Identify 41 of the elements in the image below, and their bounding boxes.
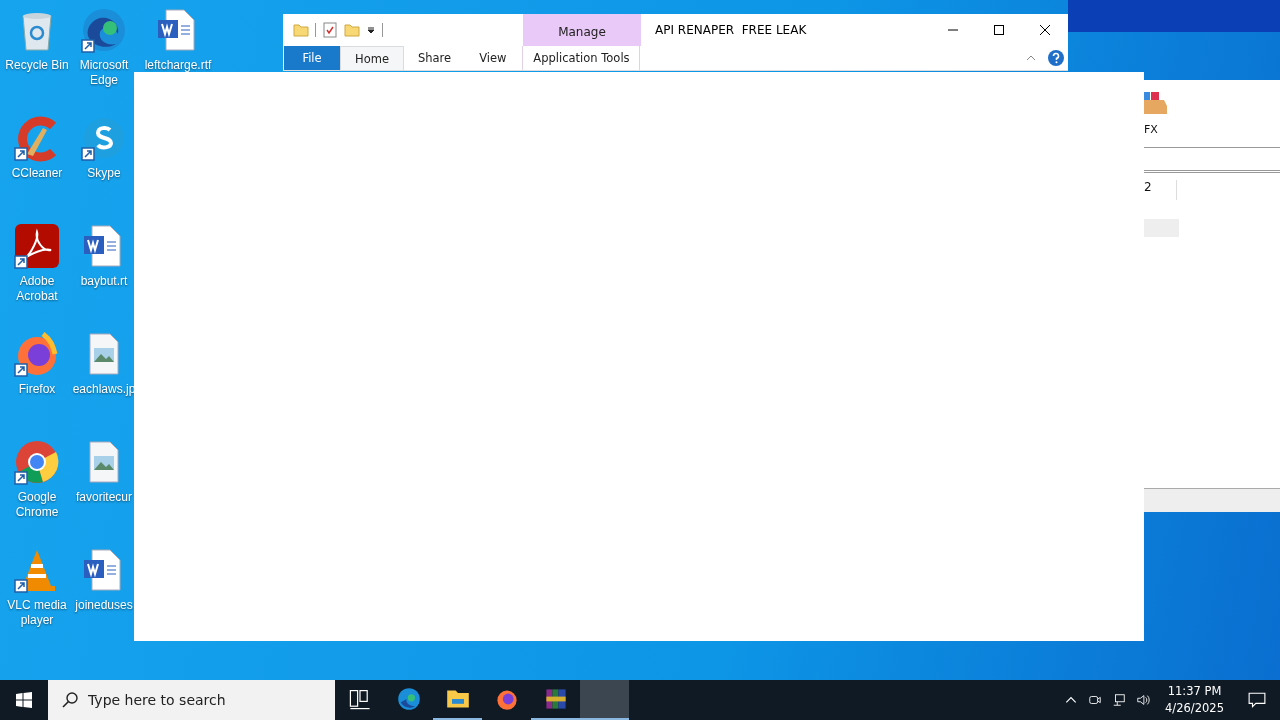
file-label[interactable]: FX bbox=[1144, 123, 1158, 136]
network-icon[interactable] bbox=[1112, 693, 1127, 707]
desktop-icon-label[interactable]: VLC media player bbox=[1, 598, 73, 628]
app-icon[interactable] bbox=[13, 222, 61, 270]
ribbon-tab[interactable]: Home bbox=[340, 46, 404, 70]
meet-now-icon[interactable] bbox=[1088, 693, 1103, 707]
desktop-icon-label[interactable]: Recycle Bin bbox=[5, 58, 69, 73]
ribbon-tab[interactable]: Share bbox=[403, 46, 466, 70]
desktop-icon-label[interactable]: Firefox bbox=[18, 382, 56, 397]
clock-date[interactable]: 4/26/2025 bbox=[1165, 700, 1224, 717]
notifications-icon[interactable] bbox=[1248, 691, 1266, 709]
ribbon-tab[interactable]: File bbox=[284, 46, 340, 70]
app-icon[interactable] bbox=[80, 6, 128, 54]
browser-icon bbox=[396, 687, 421, 711]
dropdown-icon[interactable] bbox=[366, 25, 376, 35]
collapse-ribbon-icon[interactable] bbox=[1026, 53, 1036, 63]
task-view-icon bbox=[347, 687, 372, 711]
context-tab-header: Manage bbox=[523, 14, 641, 46]
desktop-icon-label[interactable]: favoritecur bbox=[76, 490, 132, 505]
close-icon bbox=[1039, 24, 1051, 36]
desktop-icon-label[interactable]: Skype bbox=[87, 166, 121, 181]
app-icon[interactable] bbox=[13, 438, 61, 486]
ribbon-tab[interactable]: Application Tools bbox=[522, 46, 641, 70]
properties-icon[interactable] bbox=[322, 22, 338, 38]
desktop-icon-label[interactable]: baybut.rt bbox=[80, 274, 128, 289]
desktop-icon-label[interactable]: eachlaws.jp bbox=[72, 382, 136, 397]
clock-time[interactable]: 11:37 PM bbox=[1167, 683, 1222, 700]
desktop-icon-label[interactable]: Adobe Acrobat bbox=[1, 274, 73, 304]
desktop-icon-label[interactable]: Microsoft Edge bbox=[74, 58, 134, 88]
volume-icon[interactable] bbox=[1136, 693, 1151, 707]
ribbon-tab[interactable]: View bbox=[465, 46, 521, 70]
maximize-icon bbox=[993, 24, 1005, 36]
help-icon[interactable] bbox=[1048, 50, 1064, 66]
desktop-icon-label[interactable]: joineduses bbox=[75, 598, 133, 613]
windows-start-icon[interactable] bbox=[16, 692, 32, 708]
desktop-icon-label[interactable]: leftcharge.rtf bbox=[144, 58, 212, 73]
desktop-icon-label[interactable]: CCleaner bbox=[11, 166, 63, 181]
archive-books-icon bbox=[543, 687, 568, 711]
desktop-icon-label[interactable]: Google Chrome bbox=[1, 490, 73, 520]
search-field[interactable]: Type here to search bbox=[48, 680, 335, 720]
window-title: API RENAPER FREE LEAK bbox=[655, 23, 807, 37]
